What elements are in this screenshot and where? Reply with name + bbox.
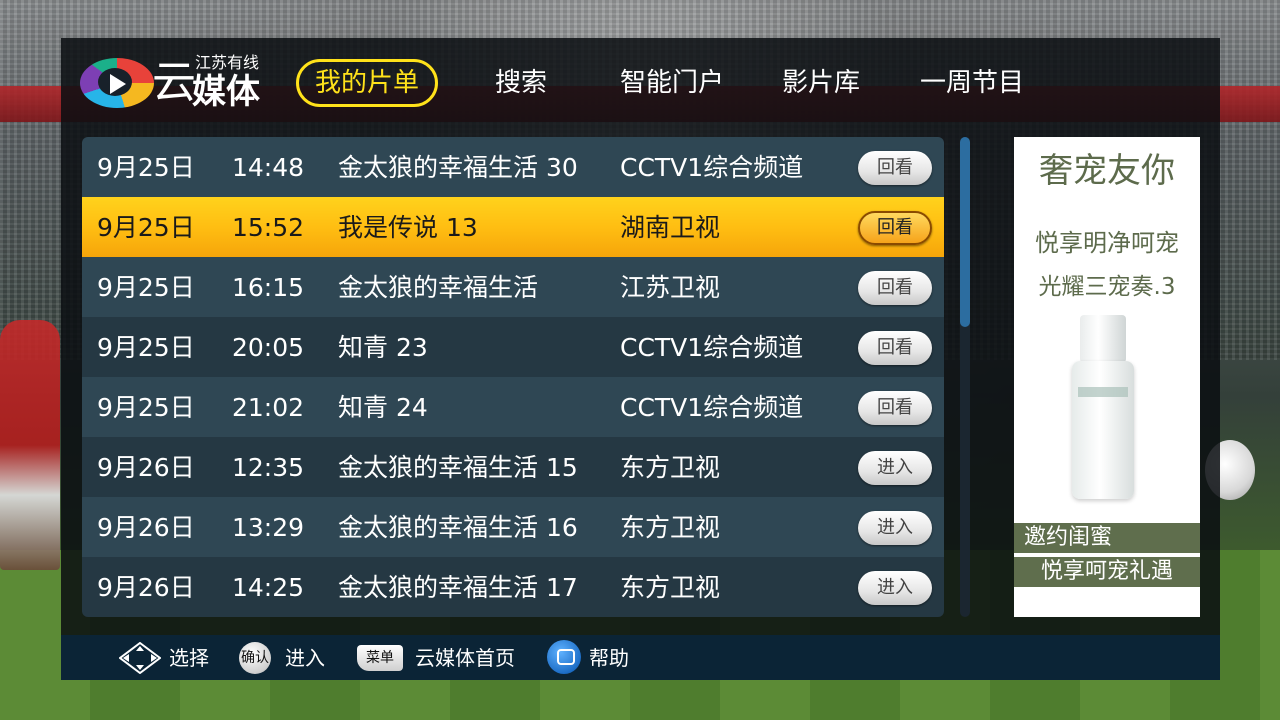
program-row[interactable]: 9月26日 14:25 金太狼的幸福生活 17 东方卫视 进入 [82,557,944,617]
program-date: 9月25日 [97,213,195,242]
program-time: 14:48 [232,153,305,182]
program-time: 13:29 [232,513,305,542]
program-row[interactable]: 9月25日 14:48 金太狼的幸福生活 30 CCTV1综合频道 回看 [82,137,944,197]
program-channel: CCTV1综合频道 [620,393,804,422]
program-date: 9月26日 [97,513,195,542]
program-row[interactable]: 9月25日 15:52 我是传说 13 湖南卫视 回看 [82,197,944,257]
program-time: 20:05 [232,333,305,362]
program-time: 21:02 [232,393,305,422]
program-date: 9月26日 [97,573,195,602]
program-title: 金太狼的幸福生活 15 [338,453,578,482]
program-title: 金太狼的幸福生活 [338,273,539,302]
help-icon [547,640,581,674]
program-date: 9月25日 [97,273,195,302]
ad-line-2: 光耀三宠奏.3 [1038,274,1176,300]
program-time: 16:15 [232,273,305,302]
logo-cloud-char: 云 [152,57,196,108]
program-row[interactable]: 9月26日 13:29 金太狼的幸福生活 16 东方卫视 进入 [82,497,944,557]
program-date: 9月25日 [97,393,195,422]
scrollbar-thumb[interactable] [960,137,970,327]
ok-button-icon: 确认 [239,642,271,674]
hint-cloud-home: 云媒体首页 [415,646,515,670]
program-row[interactable]: 9月25日 20:05 知青 23 CCTV1综合频道 回看 [82,317,944,377]
nav-film-library[interactable]: 影片库 [782,62,860,104]
enter-button[interactable]: 进入 [858,571,932,605]
program-channel: 东方卫视 [620,453,721,482]
player-figure [0,320,60,570]
program-channel: 东方卫视 [620,573,721,602]
nav-my-list[interactable]: 我的片单 [296,59,439,107]
product-bottle-image [1072,315,1134,505]
program-time: 12:35 [232,453,305,482]
enter-button[interactable]: 进入 [858,451,932,485]
nav-smart-portal[interactable]: 智能门户 [620,62,724,104]
nav-search[interactable]: 搜索 [495,62,547,104]
program-row[interactable]: 9月26日 12:35 金太狼的幸福生活 15 东方卫视 进入 [82,437,944,497]
program-row[interactable]: 9月25日 16:15 金太狼的幸福生活 江苏卫视 回看 [82,257,944,317]
program-date: 9月25日 [97,333,195,362]
program-date: 9月26日 [97,453,195,482]
replay-button[interactable]: 回看 [858,331,932,365]
ad-line-1: 悦享明净呵宠 [1035,229,1179,257]
logo-main-text: 媒体 [192,72,260,112]
replay-button[interactable]: 回看 [858,271,932,305]
program-channel: CCTV1综合频道 [620,333,804,362]
replay-button[interactable]: 回看 [858,391,932,425]
dpad-icon [119,642,161,674]
replay-button[interactable]: 回看 [858,211,932,245]
jiangsu-cable-cloud-media-logo: 云 江苏有线 媒体 [80,52,270,114]
footer-hint-bar: 选择 确认 进入 菜单 云媒体首页 帮助 [61,635,1220,680]
program-channel: 江苏卫视 [620,273,721,302]
program-title: 金太狼的幸福生活 17 [338,573,578,602]
program-title: 金太狼的幸福生活 30 [338,153,578,182]
program-list: 9月25日 14:48 金太狼的幸福生活 30 CCTV1综合频道 回看 9月25日 15:… [82,137,944,617]
program-row[interactable]: 9月25日 21:02 知青 24 CCTV1综合频道 回看 [82,377,944,437]
ad-bar-invite: 邀约闺蜜 [1014,523,1200,553]
program-title: 知青 24 [338,393,428,422]
program-channel: CCTV1综合频道 [620,153,804,182]
program-title: 金太狼的幸福生活 16 [338,513,578,542]
bottle-body [1072,361,1134,499]
ad-bar-gift: 悦享呵宠礼遇 [1014,557,1200,587]
nav-weekly-programs[interactable]: 一周节目 [920,62,1024,104]
hint-help: 帮助 [589,646,629,670]
hint-select: 选择 [169,646,209,670]
program-time: 14:25 [232,573,305,602]
program-title: 知青 23 [338,333,428,362]
ad-headline: 奢宠友你 [1039,151,1175,191]
program-date: 9月25日 [97,153,195,182]
menu-button-icon: 菜单 [357,645,403,671]
bottle-cap [1080,315,1126,363]
program-time: 15:52 [232,213,305,242]
replay-button[interactable]: 回看 [858,151,932,185]
program-title: 我是传说 13 [338,213,478,242]
ad-banner[interactable]: 奢宠友你 悦享明净呵宠 光耀三宠奏.3 邀约闺蜜 悦享呵宠礼遇 [1014,137,1200,617]
enter-button[interactable]: 进入 [858,511,932,545]
hint-enter: 进入 [285,646,325,670]
logo-play-icon [110,74,126,94]
program-channel: 东方卫视 [620,513,721,542]
logo-subtitle: 江苏有线 [195,53,260,72]
list-scrollbar[interactable] [960,137,970,617]
program-channel: 湖南卫视 [620,213,721,242]
